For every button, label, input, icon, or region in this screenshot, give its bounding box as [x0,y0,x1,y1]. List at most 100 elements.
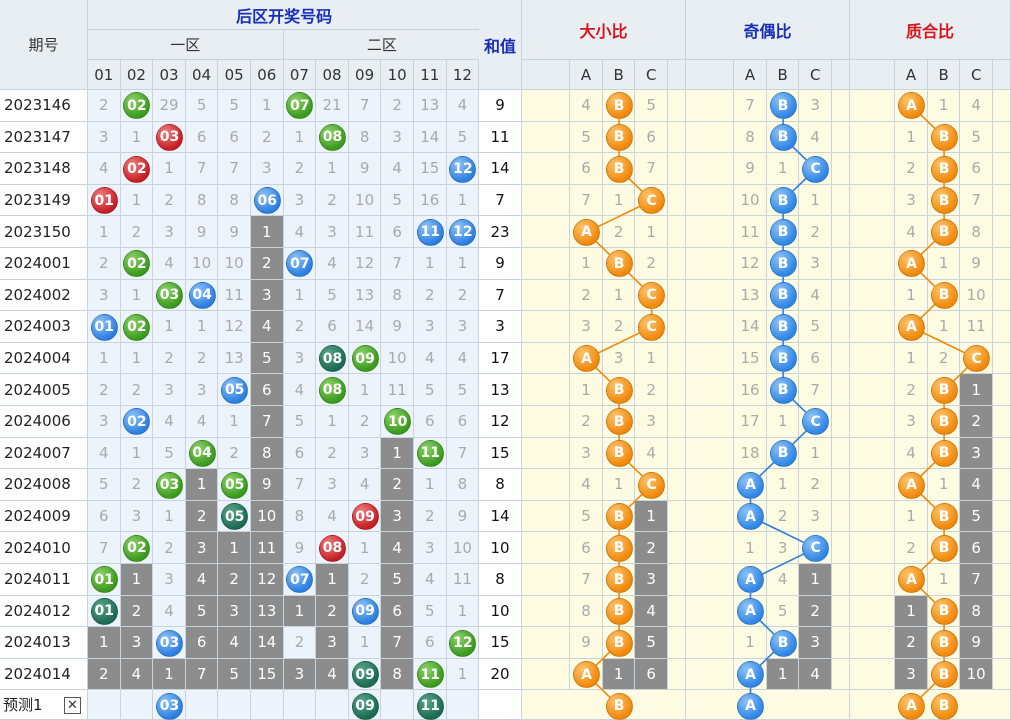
ratio-omission: 4 [895,216,928,248]
omission-cell: 8 [381,658,414,691]
number-header: 12 [446,60,480,90]
ratio-spacer [993,595,1011,628]
ratio-omission: 1 [602,658,636,691]
sum-value: 10 [479,595,522,628]
ratio-omission: 2 [895,374,928,406]
ratio-omission: 1 [895,342,928,375]
number-header: 02 [120,60,154,90]
omission-cell: 9 [185,216,219,248]
ratio-omission: 1 [799,437,832,470]
ratio-spacer [686,437,735,470]
ratio-spacer [522,153,571,185]
ratio-ball: B [769,345,797,373]
ratio-spacer [993,153,1011,185]
omission-cell: 1 [348,374,382,406]
ratio-spacer [832,374,850,406]
prediction-cell [251,690,284,720]
predicted-ratio-ball: A [737,692,764,720]
ratio-omission: 1 [895,121,928,154]
omission-cell: 2 [120,595,154,628]
ratio-omission: 5 [570,121,603,154]
omission-cell: 2 [120,374,154,406]
drawn-number-ball: 08 [319,123,346,151]
ratio-omission: 2 [895,532,928,564]
ratio-omission: 1 [766,658,800,691]
ratio-spacer [522,564,571,596]
ratio-omission: 2 [927,342,961,375]
omission-cell: 1 [446,184,480,217]
omission-cell: 10 [218,248,251,280]
ratio-omission: 17 [734,406,767,438]
ratio-spacer [850,374,896,406]
ratio-omission: 5 [766,595,800,628]
number-header: 10 [381,60,414,90]
ratio-omission: 6 [960,532,993,564]
omission-cell: 4 [316,500,349,533]
omission-cell: 1 [185,469,219,501]
drawn-number-ball: 08 [319,376,346,404]
close-icon[interactable]: ✕ [64,697,81,715]
omission-cell: 2 [88,658,121,691]
omission-cell: 6 [316,311,349,343]
omission-cell: 4 [414,342,447,375]
ratio-spacer [850,90,896,122]
omission-cell: 14 [348,311,382,343]
ratio-ball: B [605,250,633,278]
sum-value: 12 [479,406,522,438]
omission-cell: 3 [120,500,154,533]
ratio-spacer [668,469,686,501]
ratio-omission: 10 [734,184,767,217]
drawn-number-ball: 04 [188,281,216,309]
issue-number: 2024012 [0,595,88,628]
omission-cell: 3 [283,184,317,217]
ratio-ball: B [769,92,797,120]
ratio-omission: 4 [895,437,928,470]
predicted-ratio-ball: B [605,692,633,720]
omission-cell: 7 [185,153,219,185]
ratio-spacer [668,532,686,564]
omission-cell: 11 [446,564,480,596]
size-ratio-header: 大小比 [522,0,686,60]
omission-cell: 2 [381,469,414,501]
ratio-spacer [668,153,686,185]
omission-cell: 4 [348,469,382,501]
omission-cell: 1 [120,564,154,596]
ratio-spacer [832,564,850,596]
ratio-omission: 2 [635,374,668,406]
ratio-spacer [993,184,1011,217]
ratio-spacer [832,469,850,501]
drawn-number-ball: 02 [123,534,151,562]
ratio-ball: B [930,534,958,562]
ratio-omission: 1 [927,90,961,122]
omission-cell: 2 [153,184,186,217]
omission-cell: 1 [316,153,349,185]
abc-header: C [799,60,832,90]
ratio-spacer [850,469,896,501]
ratio-spacer [522,216,571,248]
omission-cell: 2 [446,279,480,312]
ratio-omission: 4 [570,469,603,501]
omission-cell: 1 [251,216,284,248]
drawn-number-ball: 03 [156,281,183,309]
ratio-ball: A [737,597,764,625]
ratio-spacer [850,153,896,185]
ratio-spacer [522,121,571,154]
ratio-spacer [850,595,896,628]
omission-cell: 3 [283,658,317,691]
drawn-number-ball: 08 [319,345,346,373]
ratio-omission: 3 [895,658,928,691]
ratio-ball: B [605,376,633,404]
drawn-number-ball: 08 [319,534,346,562]
ratio-omission: 1 [895,279,928,312]
omission-cell: 6 [185,627,219,659]
ratio-omission: 2 [635,248,668,280]
ratio-omission: 9 [734,153,767,185]
ratio-spacer [668,184,686,217]
omission-cell: 5 [446,374,480,406]
ratio-spacer [686,532,735,564]
ratio-omission: 18 [734,437,767,470]
abc-header: A [734,60,767,90]
omission-cell: 13 [348,279,382,312]
drawn-number-ball: 12 [449,629,477,657]
ratio-spacer [850,437,896,470]
